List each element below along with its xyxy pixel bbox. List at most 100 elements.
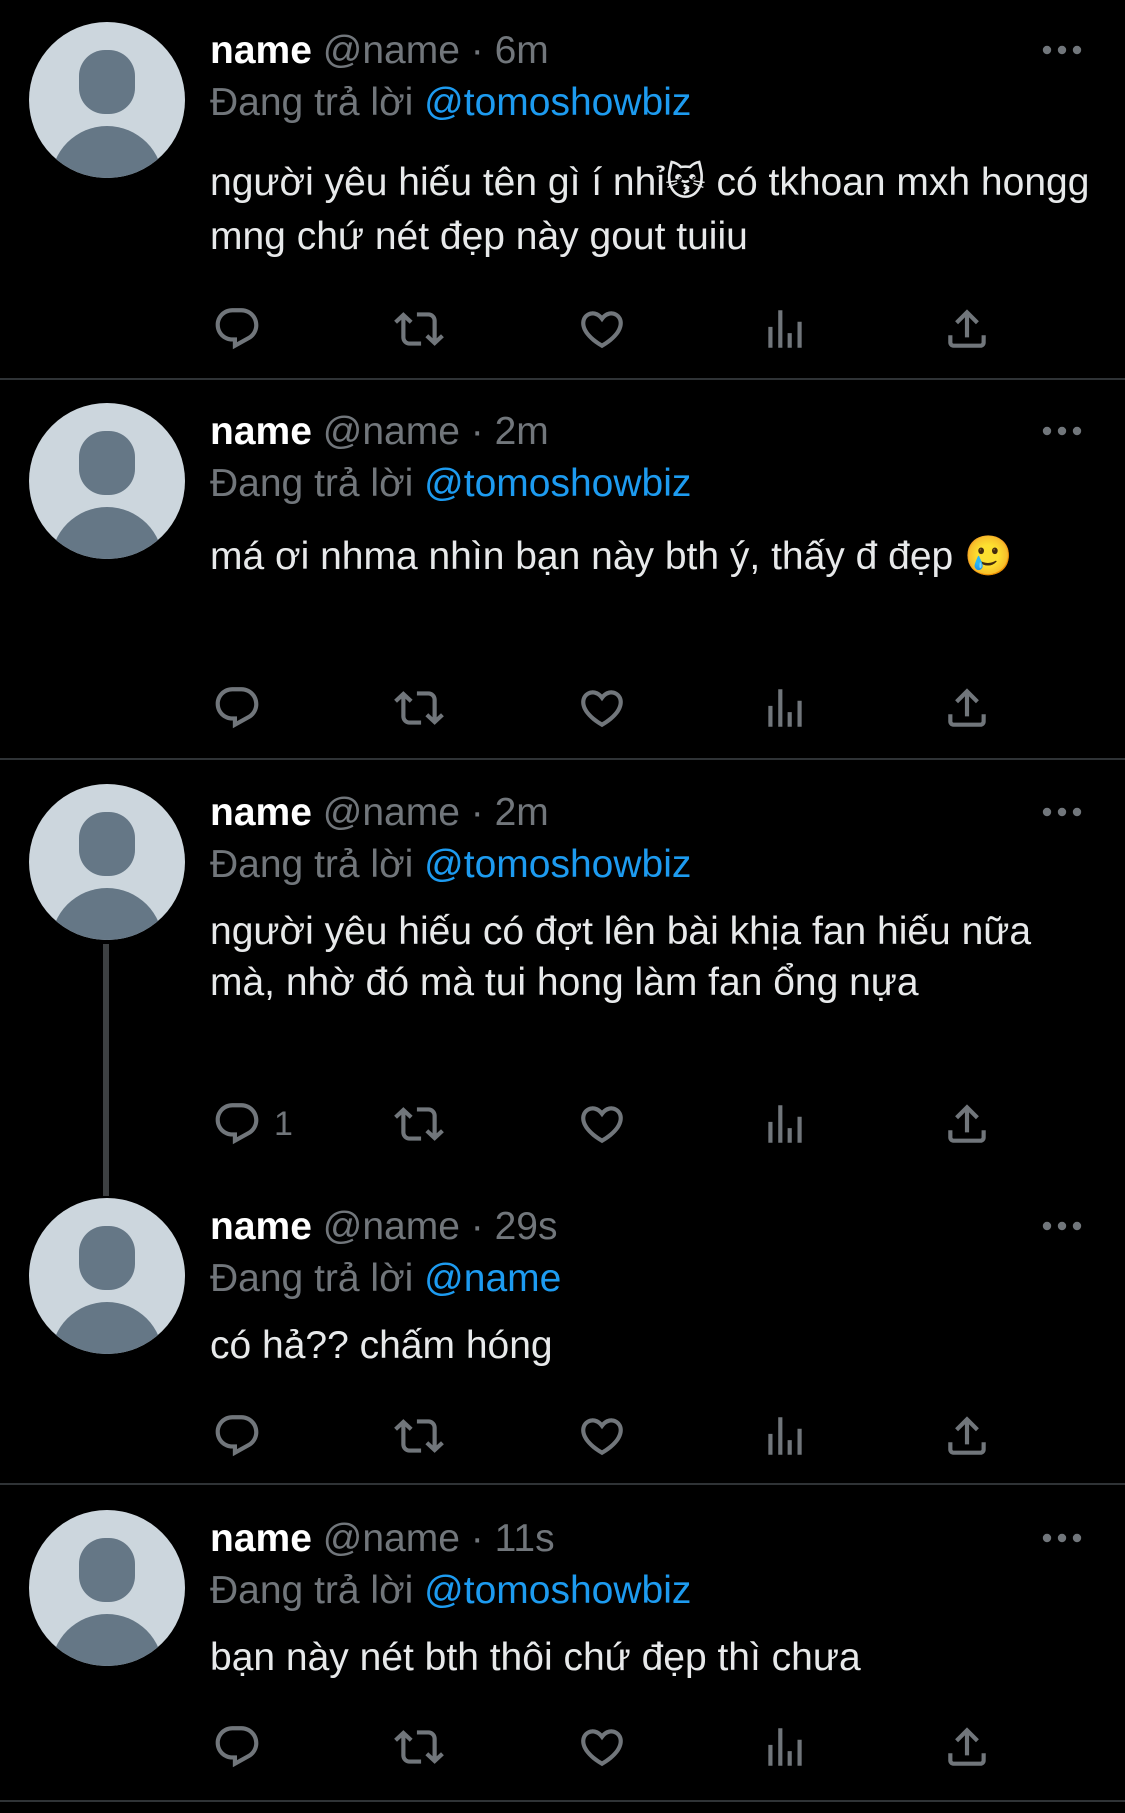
mention-link[interactable]: @tomoshowbiz xyxy=(424,81,691,124)
mention-link[interactable]: @tomoshowbiz xyxy=(424,843,691,886)
share-icon xyxy=(942,683,992,733)
reply-button[interactable] xyxy=(212,678,262,738)
retweet-button[interactable] xyxy=(394,678,444,738)
timestamp[interactable]: 2m xyxy=(495,791,549,834)
replying-to-label: Đang trả lời xyxy=(210,1569,414,1612)
reply-button[interactable] xyxy=(212,299,262,359)
retweet-button[interactable] xyxy=(394,1406,444,1466)
timestamp[interactable]: 29s xyxy=(495,1205,558,1248)
divider xyxy=(0,1483,1125,1485)
display-name[interactable]: name xyxy=(210,1517,312,1560)
divider xyxy=(0,378,1125,380)
retweet-icon xyxy=(394,1099,444,1149)
reply-button[interactable] xyxy=(212,1717,262,1777)
retweet-icon xyxy=(394,304,444,354)
like-button[interactable] xyxy=(577,299,627,359)
tweet-header: name @name · 29s xyxy=(210,1202,557,1252)
share-button[interactable] xyxy=(942,1094,992,1154)
reply-icon xyxy=(212,1411,262,1461)
action-bar xyxy=(0,678,1125,738)
retweet-button[interactable] xyxy=(394,1094,444,1154)
replying-to: Đang trả lời @tomoshowbiz xyxy=(210,459,691,509)
more-icon[interactable] xyxy=(1040,1528,1084,1548)
more-icon[interactable] xyxy=(1040,1216,1084,1236)
like-button[interactable] xyxy=(577,1094,627,1154)
share-button[interactable] xyxy=(942,678,992,738)
handle[interactable]: @name xyxy=(323,410,460,453)
reply-button[interactable]: 1 xyxy=(212,1094,293,1154)
avatar[interactable] xyxy=(29,22,185,178)
action-bar xyxy=(0,299,1125,359)
handle[interactable]: @name xyxy=(323,29,460,72)
more-icon[interactable] xyxy=(1040,421,1084,441)
like-button[interactable] xyxy=(577,1406,627,1466)
replying-to: Đang trả lời @tomoshowbiz xyxy=(210,1566,691,1616)
separator-dot: · xyxy=(470,791,484,834)
avatar[interactable] xyxy=(29,784,185,940)
divider xyxy=(0,1800,1125,1802)
like-button[interactable] xyxy=(577,678,627,738)
more-icon[interactable] xyxy=(1040,802,1084,822)
display-name[interactable]: name xyxy=(210,410,312,453)
retweet-icon xyxy=(394,683,444,733)
like-button[interactable] xyxy=(577,1717,627,1777)
tweet[interactable]: name @name · 29s Đang trả lời @name có h… xyxy=(0,1198,1125,1483)
share-button[interactable] xyxy=(942,1717,992,1777)
views-button[interactable] xyxy=(760,1717,810,1777)
tweet-text: người yêu hiếu tên gì í nhỉ😽 có tkhoan m… xyxy=(210,161,1090,258)
timestamp[interactable]: 11s xyxy=(495,1517,555,1560)
retweet-button[interactable] xyxy=(394,1717,444,1777)
tweet-text: người yêu hiếu có đợt lên bài khịa fan h… xyxy=(210,910,1032,1004)
views-icon xyxy=(760,683,810,733)
display-name[interactable]: name xyxy=(210,791,312,834)
handle[interactable]: @name xyxy=(323,1517,460,1560)
mention-link[interactable]: @tomoshowbiz xyxy=(424,1569,691,1612)
tweet-header: name @name · 2m xyxy=(210,788,549,838)
display-name[interactable]: name xyxy=(210,1205,312,1248)
reply-icon xyxy=(212,1099,262,1149)
share-icon xyxy=(942,304,992,354)
avatar[interactable] xyxy=(29,1198,185,1354)
timestamp[interactable]: 2m xyxy=(495,410,549,453)
reply-count: 1 xyxy=(274,1104,293,1143)
views-icon xyxy=(760,1099,810,1149)
reply-button[interactable] xyxy=(212,1406,262,1466)
heart-icon xyxy=(577,1099,627,1149)
handle[interactable]: @name xyxy=(323,1205,460,1248)
more-icon[interactable] xyxy=(1040,40,1084,60)
tweet-header: name @name · 6m xyxy=(210,26,549,76)
views-button[interactable] xyxy=(760,1406,810,1466)
replying-to-label: Đang trả lời xyxy=(210,462,414,505)
share-button[interactable] xyxy=(942,1406,992,1466)
tweet[interactable]: name @name · 2m Đang trả lời @tomoshowbi… xyxy=(0,784,1125,1184)
separator-dot: · xyxy=(470,1517,484,1560)
display-name[interactable]: name xyxy=(210,29,312,72)
tweet[interactable]: name @name · 2m Đang trả lời @tomoshowbi… xyxy=(0,403,1125,758)
separator-dot: · xyxy=(470,410,484,453)
avatar[interactable] xyxy=(29,403,185,559)
avatar[interactable] xyxy=(29,1510,185,1666)
tweet[interactable]: name @name · 6m Đang trả lời @tomoshowbi… xyxy=(0,22,1125,378)
views-button[interactable] xyxy=(760,299,810,359)
handle[interactable]: @name xyxy=(323,791,460,834)
views-button[interactable] xyxy=(760,1094,810,1154)
retweet-button[interactable] xyxy=(394,299,444,359)
mention-link[interactable]: @tomoshowbiz xyxy=(424,462,691,505)
action-bar xyxy=(0,1717,1125,1777)
views-button[interactable] xyxy=(760,678,810,738)
tweet[interactable]: name @name · 11s Đang trả lời @tomoshowb… xyxy=(0,1510,1125,1800)
timestamp[interactable]: 6m xyxy=(495,29,549,72)
tweet-header: name @name · 2m xyxy=(210,407,549,457)
replying-to: Đang trả lời @tomoshowbiz xyxy=(210,78,691,128)
share-button[interactable] xyxy=(942,299,992,359)
replying-to-label: Đang trả lời xyxy=(210,81,414,124)
retweet-icon xyxy=(394,1722,444,1772)
tweet-header: name @name · 11s xyxy=(210,1514,555,1564)
replying-to-label: Đang trả lời xyxy=(210,843,414,886)
heart-icon xyxy=(577,1411,627,1461)
share-icon xyxy=(942,1099,992,1149)
share-icon xyxy=(942,1411,992,1461)
replying-to: Đang trả lời @tomoshowbiz xyxy=(210,840,691,890)
mention-link[interactable]: @name xyxy=(424,1257,561,1300)
views-icon xyxy=(760,304,810,354)
